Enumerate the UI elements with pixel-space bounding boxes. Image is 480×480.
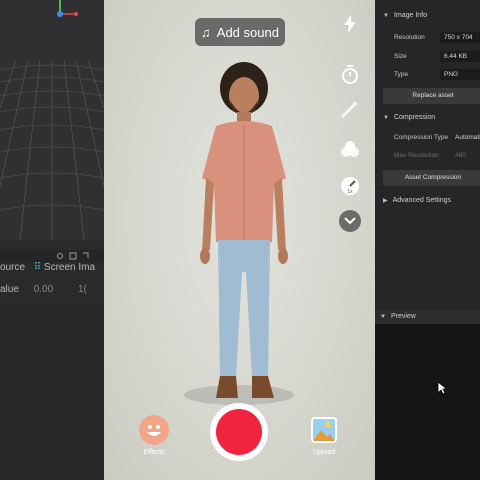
- preview-title-row: ▼ Preview: [380, 313, 480, 323]
- advanced-settings-label: Advanced Settings: [392, 197, 451, 204]
- caret-down-icon: ▼: [380, 314, 386, 320]
- effects-label: Effects: [143, 449, 165, 456]
- value-field[interactable]: 0.00: [34, 284, 53, 295]
- asset-compression-button[interactable]: Asset Compression: [383, 170, 480, 186]
- svg-text:1x: 1x: [347, 189, 353, 195]
- record-button[interactable]: [210, 403, 268, 461]
- scene-editor-panel: ource ⠿ Screen Ima alue 0.00 1(: [0, 0, 104, 480]
- upload-button[interactable]: Upload: [306, 415, 342, 463]
- timer-icon[interactable]: [339, 64, 361, 86]
- compression-section-header[interactable]: ▼ Compression: [383, 114, 480, 124]
- screen-image-label[interactable]: Screen Ima: [44, 262, 95, 273]
- size-value: 6.44 KB: [440, 51, 480, 62]
- compression-title: Compression: [393, 114, 436, 121]
- mouse-cursor-icon: [437, 381, 447, 395]
- caret-down-icon: ▼: [383, 115, 389, 121]
- upload-label: Upload: [312, 449, 336, 456]
- inspector-empty-area: [0, 310, 104, 480]
- person-figure: [200, 62, 288, 398]
- scene-viewport[interactable]: [0, 0, 104, 240]
- inspector-header-bar: [0, 250, 104, 262]
- add-sound-label: Add sound: [216, 24, 279, 40]
- flash-icon[interactable]: [339, 13, 361, 35]
- source-row: ource ⠿ Screen Ima: [0, 262, 104, 278]
- caret-right-icon: ▶: [383, 198, 388, 204]
- value-label: alue: [0, 284, 19, 295]
- preview-header[interactable]: ▼ Preview: [375, 310, 480, 324]
- panel-tool-icons[interactable]: [56, 251, 100, 261]
- value-extra: 1(: [77, 284, 87, 295]
- value-row: alue 0.00 1(: [0, 284, 104, 300]
- add-sound-button[interactable]: ♫ Add sound: [195, 18, 285, 46]
- screen-image-icon: ⠿: [33, 262, 42, 273]
- speed-icon[interactable]: 1x: [339, 175, 361, 197]
- preview-title: Preview: [390, 313, 416, 320]
- type-value: PNG: [440, 69, 480, 80]
- chevron-down-icon[interactable]: [339, 210, 361, 232]
- music-note-icon: ♫: [201, 24, 211, 40]
- effects-face-icon: [139, 415, 169, 445]
- advanced-settings-section-header[interactable]: ▶ Advanced Settings: [383, 197, 480, 207]
- viewport-grid: [0, 60, 104, 240]
- gallery-icon: [311, 417, 337, 443]
- transform-gizmo-icon[interactable]: [52, 0, 82, 22]
- asset-inspector-panel: ▼ Image Info Resolution 750 x 704 Size 6.…: [375, 0, 480, 480]
- magic-wand-icon[interactable]: [339, 98, 361, 120]
- image-info-section-header[interactable]: ▼ Image Info: [383, 12, 480, 22]
- preview-area: [375, 324, 480, 480]
- max-resolution-label: Max Resolution: [394, 152, 439, 159]
- source-label: ource: [0, 262, 26, 273]
- filters-icon[interactable]: [339, 138, 361, 160]
- compression-type-dropdown[interactable]: Automatic: [451, 132, 480, 143]
- camera-preview: GIPHY ♫ Add sound 1x Effects Upload: [104, 0, 375, 480]
- resolution-value: 750 x 704: [440, 32, 480, 43]
- record-button-inner: [216, 409, 262, 455]
- image-info-title: Image Info: [393, 12, 428, 19]
- replace-asset-button[interactable]: Replace asset: [383, 88, 480, 104]
- caret-down-icon: ▼: [383, 13, 389, 19]
- effects-button[interactable]: Effects: [136, 415, 172, 463]
- compression-type-label: Compression Type: [394, 134, 449, 141]
- max-resolution-value: 480: [455, 152, 466, 159]
